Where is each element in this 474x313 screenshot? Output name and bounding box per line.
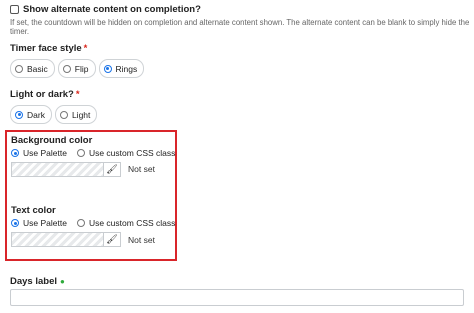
radio-icon[interactable]	[76, 149, 85, 157]
radio-selected-icon[interactable]	[11, 149, 19, 157]
theme-options: Dark Light	[10, 105, 98, 124]
radio-icon[interactable]	[59, 110, 68, 119]
days-label-heading: Days label ●	[10, 276, 65, 287]
option-label: Basic	[27, 63, 48, 74]
radio-selected-icon[interactable]	[103, 64, 112, 73]
chat-bubble-icon[interactable]: ●	[60, 277, 65, 286]
background-color-label: Background color	[11, 135, 93, 146]
required-marker: *	[75, 89, 80, 100]
use-palette-option[interactable]: Use Palette	[23, 218, 67, 228]
background-color-swatch[interactable]: 🖌	[11, 162, 121, 177]
alternate-content-row: Show alternate content on completion?	[10, 4, 201, 15]
option-label: Light	[71, 109, 91, 120]
radio-icon[interactable]	[76, 219, 85, 227]
alternate-content-label: Show alternate content on completion?	[23, 4, 201, 15]
text-color-label: Text color	[11, 205, 56, 216]
text-color-value: Not set	[128, 235, 155, 245]
timer-face-option-rings[interactable]: Rings	[98, 59, 145, 78]
radio-icon[interactable]	[62, 64, 71, 73]
timer-face-heading: Timer face style *	[10, 43, 87, 54]
alternate-content-checkbox[interactable]	[10, 5, 19, 14]
radio-icon[interactable]	[15, 64, 23, 73]
text-color-swatch[interactable]: 🖌	[11, 232, 121, 247]
use-custom-css-option[interactable]: Use custom CSS class	[89, 148, 175, 158]
required-marker: *	[83, 43, 88, 54]
text-color-heading: Text color	[11, 205, 56, 216]
theme-option-light[interactable]: Light	[54, 105, 98, 124]
theme-option-dark[interactable]: Dark	[10, 105, 52, 124]
radio-selected-icon[interactable]	[15, 110, 23, 119]
timer-face-options: Basic Flip Rings	[10, 59, 145, 78]
background-color-options: Use Palette Use custom CSS class	[11, 148, 175, 158]
days-label: Days label	[10, 276, 57, 287]
timer-face-option-basic[interactable]: Basic	[10, 59, 55, 78]
text-color-options: Use Palette Use custom CSS class	[11, 218, 175, 228]
color-preview	[12, 233, 103, 246]
timer-face-label: Timer face style	[10, 43, 82, 54]
color-preview	[12, 163, 103, 176]
option-label: Flip	[74, 63, 89, 74]
alternate-content-hint: If set, the countdown will be hidden on …	[10, 18, 470, 36]
theme-label: Light or dark?	[10, 89, 74, 100]
option-label: Rings	[115, 63, 138, 74]
option-label: Dark	[27, 109, 45, 120]
timer-face-option-flip[interactable]: Flip	[57, 59, 96, 78]
eyedropper-icon[interactable]: 🖌	[103, 163, 120, 176]
use-custom-css-option[interactable]: Use custom CSS class	[89, 218, 175, 228]
days-label-input[interactable]	[10, 289, 464, 306]
background-color-value: Not set	[128, 164, 155, 174]
use-palette-option[interactable]: Use Palette	[23, 148, 67, 158]
background-color-heading: Background color	[11, 135, 92, 146]
theme-heading: Light or dark? *	[10, 89, 80, 100]
radio-selected-icon[interactable]	[11, 219, 19, 227]
eyedropper-icon[interactable]: 🖌	[103, 233, 120, 246]
